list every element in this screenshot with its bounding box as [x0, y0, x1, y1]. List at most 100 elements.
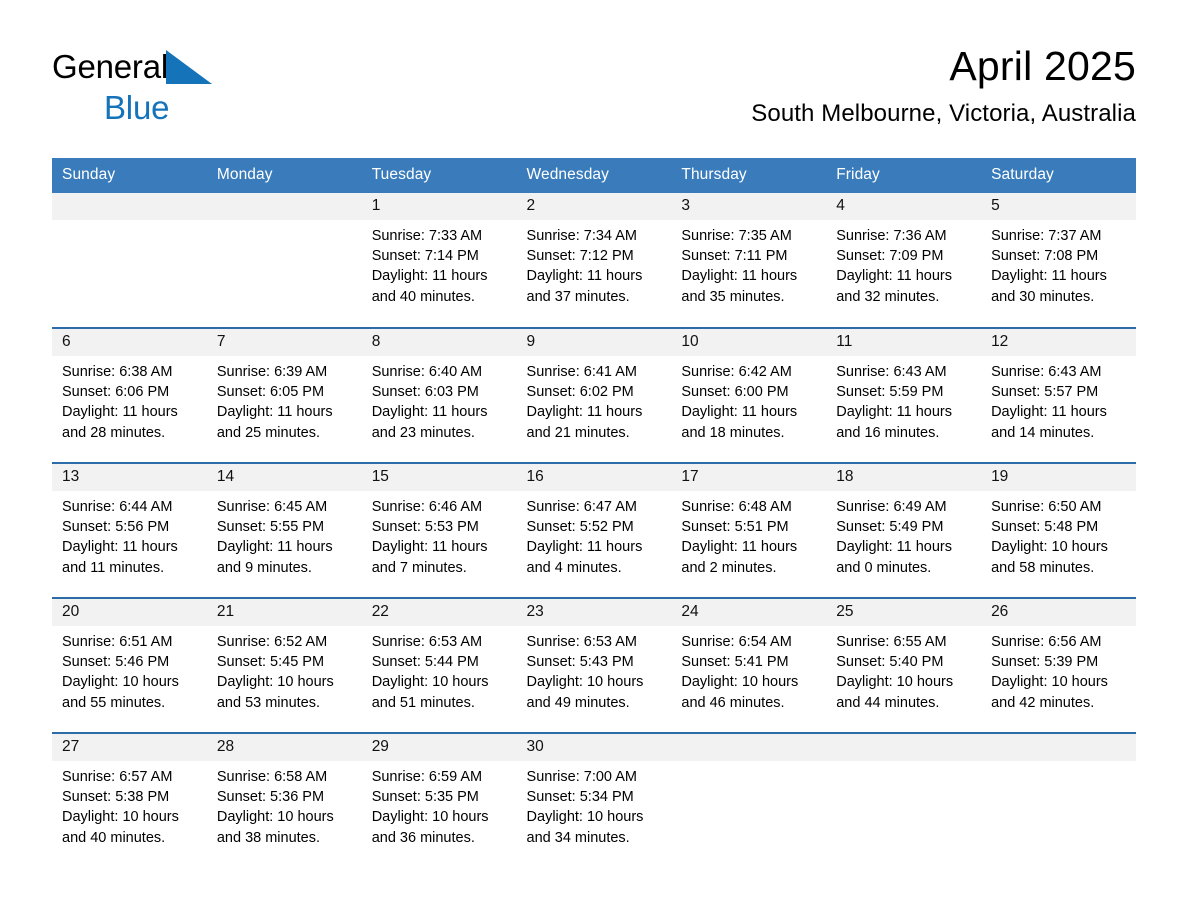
calendar-day-cell[interactable]: 29 Sunrise: 6:59 AM Sunset: 5:35 PM Dayligh…	[361, 732, 517, 868]
daylight-text-line1: Daylight: 11 hours	[681, 404, 798, 421]
calendar-day-cell[interactable]: 18 Sunrise: 6:49 AM Sunset: 5:49 PM Dayligh…	[826, 462, 982, 598]
calendar-day-cell[interactable]: 24 Sunrise: 6:54 AM Sunset: 5:41 PM Dayligh…	[671, 597, 827, 733]
calendar-day-cell[interactable]: 21 Sunrise: 6:52 AM Sunset: 5:45 PM Dayligh…	[206, 597, 362, 733]
daylight-text-line1: Daylight: 11 hours	[681, 539, 798, 556]
daylight-text-line1: Daylight: 11 hours	[371, 268, 488, 285]
calendar-day-cell[interactable]: 19 Sunrise: 6:50 AM Sunset: 5:48 PM Dayligh…	[981, 462, 1136, 598]
calendar-day-cell[interactable]: 12 Sunrise: 6:43 AM Sunset: 5:57 PM Dayligh…	[981, 327, 1136, 463]
daylight-text-line1: Daylight: 11 hours	[62, 539, 178, 556]
daylight-text-line1: Daylight: 11 hours	[62, 404, 178, 421]
sunrise-text: Sunrise: 6:38 AM	[62, 364, 173, 380]
sunset-text: Sunset: 5:51 PM	[681, 519, 789, 536]
calendar-week-row: 6 Sunrise: 6:38 AM Sunset: 6:06 PM Daylight…	[52, 327, 1136, 463]
day-number: 2	[516, 193, 672, 220]
daylight-text-line2: and 37 minutes.	[526, 288, 630, 305]
daylight-text-line2: and 18 minutes.	[681, 424, 785, 441]
calendar-day-cell[interactable]: 13 Sunrise: 6:44 AM Sunset: 5:56 PM Dayligh…	[52, 462, 207, 598]
day-details: Sunrise: 6:41 AM Sunset: 6:02 PM Daylight:…	[517, 356, 672, 443]
day-number: 1	[361, 193, 517, 220]
cell-content: 14 Sunrise: 6:45 AM Sunset: 5:55 PM Dayligh…	[206, 464, 362, 597]
calendar-day-cell[interactable]: 15 Sunrise: 6:46 AM Sunset: 5:53 PM Dayligh…	[361, 462, 517, 598]
daylight-text-line1: Daylight: 11 hours	[836, 539, 953, 556]
daylight-text-line2: and 55 minutes.	[62, 694, 166, 711]
day-number: 13	[52, 464, 207, 491]
calendar-day-cell[interactable]: 11 Sunrise: 6:43 AM Sunset: 5:59 PM Dayligh…	[826, 327, 982, 463]
calendar-day-cell[interactable]: 25 Sunrise: 6:55 AM Sunset: 5:40 PM Dayligh…	[826, 597, 982, 733]
brand-name-blue: Blue	[104, 89, 170, 126]
calendar-day-cell[interactable]: 27 Sunrise: 6:57 AM Sunset: 5:38 PM Dayligh…	[52, 732, 207, 868]
day-number: 3	[671, 193, 827, 220]
sunset-text: Sunset: 7:09 PM	[836, 248, 944, 265]
sunrise-text: Sunrise: 6:41 AM	[526, 364, 637, 380]
sunset-text: Sunset: 5:55 PM	[216, 519, 325, 536]
calendar-day-cell[interactable]: 1 Sunrise: 7:33 AM Sunset: 7:14 PM Daylight…	[361, 193, 517, 328]
daylight-text-line1: Daylight: 10 hours	[62, 809, 179, 826]
day-details: Sunrise: 6:52 AM Sunset: 5:45 PM Daylight:…	[207, 626, 362, 713]
sunrise-text: Sunrise: 6:42 AM	[681, 364, 792, 380]
day-number: 7	[206, 329, 362, 356]
weekday-header-monday: Monday	[206, 158, 362, 193]
cell-content: 10 Sunrise: 6:42 AM Sunset: 6:00 PM Dayligh…	[671, 329, 827, 462]
day-details: Sunrise: 6:58 AM Sunset: 5:36 PM Daylight:…	[207, 761, 362, 848]
sunset-text: Sunset: 5:43 PM	[526, 654, 634, 671]
daylight-text-line1: Daylight: 11 hours	[526, 268, 643, 285]
calendar-day-cell[interactable]: 20 Sunrise: 6:51 AM Sunset: 5:46 PM Dayligh…	[52, 597, 207, 733]
calendar-grid: Sunday Monday Tuesday Wednesday Thursday Frid…	[52, 158, 1136, 868]
calendar-day-cell[interactable]: 3 Sunrise: 7:35 AM Sunset: 7:11 PM Daylight…	[671, 193, 827, 328]
day-details: Sunrise: 6:40 AM Sunset: 6:03 PM Daylight:…	[362, 356, 517, 443]
cell-content: 26 Sunrise: 6:56 AM Sunset: 5:39 PM Dayligh…	[981, 599, 1136, 732]
daylight-text-line1: Daylight: 10 hours	[216, 809, 334, 826]
sunrise-text: Sunrise: 6:40 AM	[371, 364, 483, 380]
calendar-day-cell[interactable]: 7 Sunrise: 6:39 AM Sunset: 6:05 PM Daylight…	[206, 327, 362, 463]
sunset-text: Sunset: 7:14 PM	[371, 248, 479, 265]
cell-content: 13 Sunrise: 6:44 AM Sunset: 5:56 PM Dayligh…	[52, 464, 207, 597]
daylight-text-line2: and 7 minutes.	[371, 559, 467, 576]
daylight-text-line1: Daylight: 10 hours	[62, 674, 179, 691]
sunset-text: Sunset: 7:11 PM	[681, 248, 788, 265]
day-number: 29	[361, 734, 517, 761]
cell-content	[206, 193, 362, 327]
cell-content: 20 Sunrise: 6:51 AM Sunset: 5:46 PM Dayligh…	[52, 599, 207, 732]
day-number: 28	[206, 734, 362, 761]
calendar-day-cell[interactable]: 2 Sunrise: 7:34 AM Sunset: 7:12 PM Daylight…	[516, 193, 672, 328]
day-details: Sunrise: 7:00 AM Sunset: 5:34 PM Daylight:…	[517, 761, 672, 848]
cell-content: 24 Sunrise: 6:54 AM Sunset: 5:41 PM Dayligh…	[671, 599, 827, 732]
sunrise-text: Sunrise: 6:50 AM	[991, 499, 1102, 515]
calendar-day-cell[interactable]: 8 Sunrise: 6:40 AM Sunset: 6:03 PM Daylight…	[361, 327, 517, 463]
sunrise-text: Sunrise: 6:48 AM	[681, 499, 792, 515]
sunset-text: Sunset: 7:08 PM	[991, 248, 1099, 265]
daylight-text-line1: Daylight: 10 hours	[681, 674, 799, 691]
sunrise-text: Sunrise: 6:45 AM	[216, 499, 328, 515]
calendar-day-cell[interactable]: 22 Sunrise: 6:53 AM Sunset: 5:44 PM Dayligh…	[361, 597, 517, 733]
day-details: Sunrise: 6:48 AM Sunset: 5:51 PM Daylight:…	[671, 491, 826, 578]
day-number	[52, 193, 207, 220]
calendar-day-cell[interactable]: 30 Sunrise: 7:00 AM Sunset: 5:34 PM Dayligh…	[516, 732, 672, 868]
calendar-day-cell[interactable]: 16 Sunrise: 6:47 AM Sunset: 5:52 PM Dayligh…	[516, 462, 672, 598]
daylight-text-line1: Daylight: 11 hours	[216, 404, 333, 421]
sunset-text: Sunset: 5:46 PM	[62, 654, 170, 671]
daylight-text-line1: Daylight: 11 hours	[681, 268, 798, 285]
day-number: 4	[826, 193, 982, 220]
calendar-day-cell[interactable]: 6 Sunrise: 6:38 AM Sunset: 6:06 PM Daylight…	[52, 327, 207, 463]
day-details: Sunrise: 6:50 AM Sunset: 5:48 PM Daylight:…	[981, 491, 1136, 578]
day-number: 30	[516, 734, 672, 761]
daylight-text-line1: Daylight: 10 hours	[991, 674, 1108, 691]
calendar-day-cell[interactable]: 17 Sunrise: 6:48 AM Sunset: 5:51 PM Dayligh…	[671, 462, 827, 598]
calendar-day-cell[interactable]: 23 Sunrise: 6:53 AM Sunset: 5:43 PM Dayligh…	[516, 597, 672, 733]
calendar-day-cell[interactable]: 9 Sunrise: 6:41 AM Sunset: 6:02 PM Daylight…	[516, 327, 672, 463]
day-details: Sunrise: 7:35 AM Sunset: 7:11 PM Daylight:…	[671, 220, 826, 307]
sunrise-text: Sunrise: 6:39 AM	[216, 364, 328, 380]
cell-content: 23 Sunrise: 6:53 AM Sunset: 5:43 PM Dayligh…	[516, 599, 672, 732]
weekday-header-row: Sunday Monday Tuesday Wednesday Thursday Frid…	[52, 158, 1136, 193]
brand-logo: General Blue	[52, 44, 252, 124]
sunrise-text: Sunrise: 7:36 AM	[836, 228, 947, 244]
calendar-day-cell[interactable]: 4 Sunrise: 7:36 AM Sunset: 7:09 PM Daylight…	[826, 193, 982, 328]
calendar-day-cell[interactable]: 26 Sunrise: 6:56 AM Sunset: 5:39 PM Dayligh…	[981, 597, 1136, 733]
day-details: Sunrise: 6:53 AM Sunset: 5:43 PM Daylight:…	[517, 626, 672, 713]
calendar-day-cell[interactable]: 28 Sunrise: 6:58 AM Sunset: 5:36 PM Dayligh…	[206, 732, 362, 868]
calendar-day-cell[interactable]: 5 Sunrise: 7:37 AM Sunset: 7:08 PM Daylight…	[981, 193, 1136, 328]
day-number: 12	[981, 329, 1136, 356]
cell-content: 2 Sunrise: 7:34 AM Sunset: 7:12 PM Daylight…	[516, 193, 672, 327]
calendar-day-cell[interactable]: 14 Sunrise: 6:45 AM Sunset: 5:55 PM Dayligh…	[206, 462, 362, 598]
calendar-day-cell[interactable]: 10 Sunrise: 6:42 AM Sunset: 6:00 PM Dayligh…	[671, 327, 827, 463]
